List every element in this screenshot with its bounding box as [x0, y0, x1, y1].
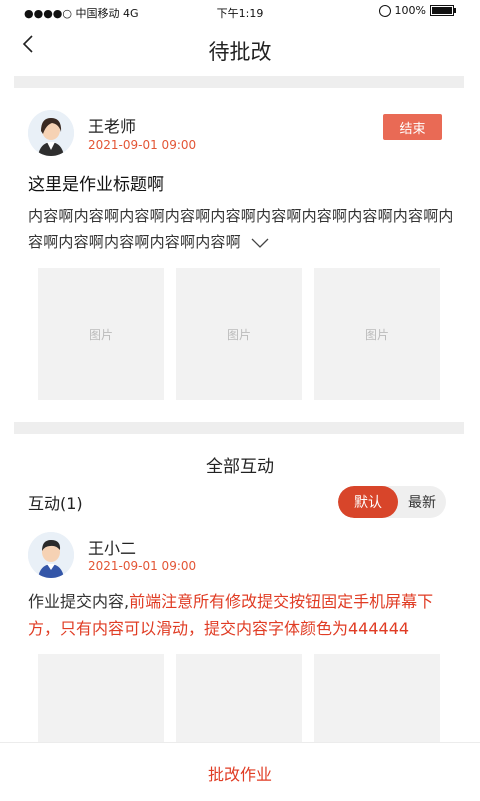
homework-image[interactable]: 图片 [314, 268, 440, 400]
homework-time: 2021-09-01 09:00 [88, 138, 197, 152]
student-avatar [28, 532, 74, 578]
interaction-count: 互动(1) [28, 494, 83, 513]
battery-area: 100% [378, 4, 456, 17]
reply-time: 2021-09-01 09:00 [88, 559, 197, 573]
homework-image[interactable]: 图片 [176, 268, 302, 400]
interactions-section-title: 全部互动 [206, 457, 274, 477]
bottom-action-bar: 批改作业 [0, 742, 480, 801]
homework-image[interactable]: 图片 [38, 268, 164, 400]
teacher-name: 王老师 [88, 117, 137, 136]
homework-content: 内容啊内容啊内容啊内容啊内容啊内容啊内容啊内容啊内容啊内容啊内容啊内容啊内容啊内… [28, 203, 456, 256]
status-bar: ●●●●○ 中国移动 4G 下午1:19 100% [0, 0, 480, 24]
section-divider [14, 422, 464, 434]
reply-content: 作业提交内容,前端注意所有修改提交按钮固定手机屏幕下方，只有内容可以滑动，提交内… [28, 588, 458, 642]
homework-title: 这里是作业标题啊 [28, 175, 164, 195]
teacher-avatar [28, 110, 74, 156]
female-avatar-icon [28, 110, 74, 156]
male-avatar-icon [28, 532, 74, 578]
homework-content-text: 内容啊内容啊内容啊内容啊内容啊内容啊内容啊内容啊内容啊内容啊内容啊内容啊内容啊内… [28, 207, 454, 251]
chevron-down-icon [251, 238, 269, 248]
sort-newest-button[interactable]: 最新 [398, 486, 446, 518]
sort-toggle: 默认 最新 [338, 486, 446, 518]
page-title: 待批改 [208, 40, 272, 64]
battery-percent: 100% [394, 4, 426, 17]
grade-homework-button[interactable]: 批改作业 [0, 761, 480, 785]
expand-toggle[interactable] [251, 230, 269, 256]
reply-text-prefix: 作业提交内容, [28, 592, 130, 611]
battery-icon [430, 5, 456, 16]
student-name: 王小二 [88, 539, 137, 558]
status-badge[interactable]: 结束 [383, 114, 442, 140]
sort-default-button[interactable]: 默认 [338, 486, 398, 518]
nav-bar: 待批改 [0, 24, 480, 76]
rotation-lock-icon [378, 4, 391, 17]
section-divider [14, 76, 464, 88]
